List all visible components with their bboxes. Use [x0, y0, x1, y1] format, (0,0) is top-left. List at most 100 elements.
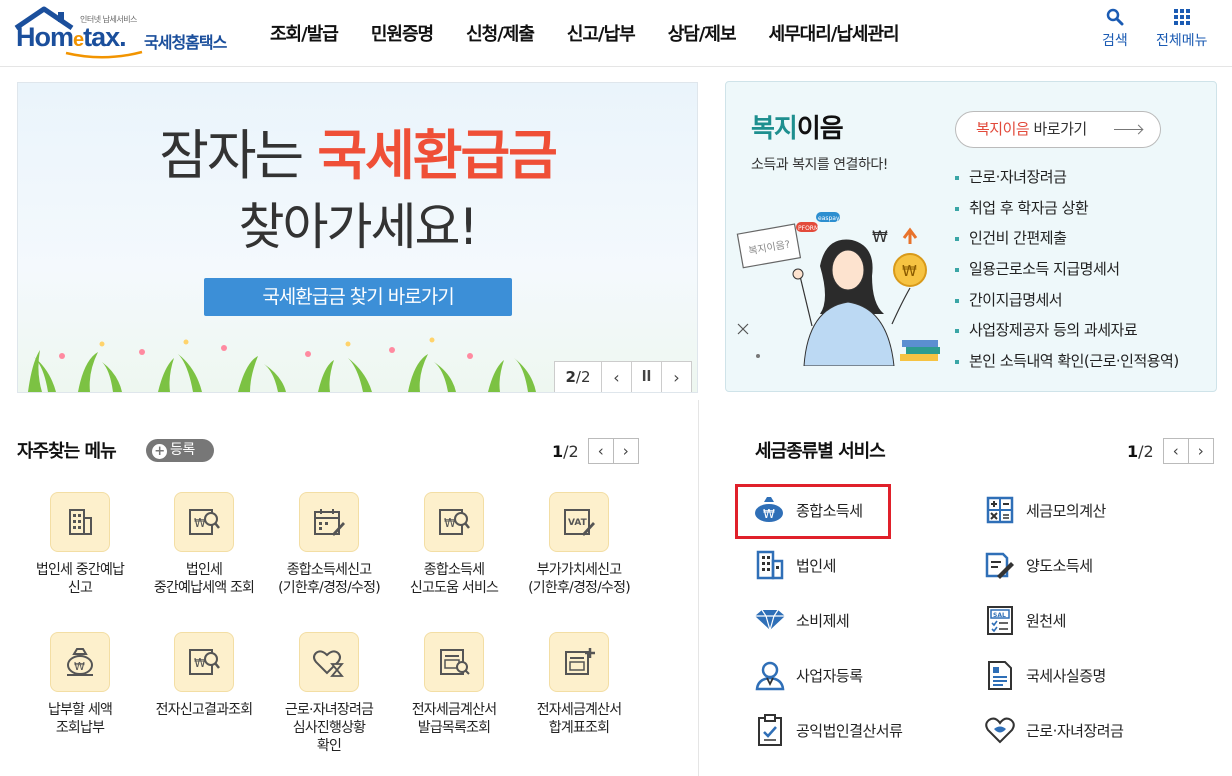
tax-service-pager: 1/2 ‹ › — [1127, 438, 1214, 464]
all-menu-button[interactable]: 전체메뉴 — [1156, 8, 1208, 50]
selection-highlight-box — [735, 484, 891, 539]
welfare-item-tax-data[interactable]: 사업장제공자 등의 과세자료 — [955, 315, 1179, 346]
fav-item-label: 전자세금계산서 합계표조회 — [536, 702, 622, 736]
won-search-icon: ₩ — [439, 509, 470, 535]
woman-illustration: 복지이음? easpay PFORM ₩ ₩ — [736, 212, 940, 366]
logo-korean-name: 국세청홈택스 — [144, 33, 227, 52]
banner-headline-plain: 잠자는 — [159, 124, 318, 187]
fav-item-corp-interim-filing[interactable]: 법인세 중간예납 신고 — [15, 492, 145, 597]
logo-tax: tax. — [83, 22, 127, 52]
fav-item-corp-interim-inquiry[interactable]: ₩ 법인세 중간예납세액 조회 — [139, 492, 269, 597]
chevron-left-icon: ‹ — [613, 367, 620, 387]
tax-item-consumption-tax[interactable]: 소비제세 — [752, 600, 850, 640]
hometax-logo[interactable]: 인터넷 납세서비스 Hometax. 국세청홈택스 — [14, 6, 244, 62]
fav-icon-box: ₩ — [174, 492, 234, 552]
tax-item-earned-child-credit[interactable]: 근로·자녀장려금 — [982, 710, 1124, 750]
fav-item-e-invoice-list[interactable]: 전자세금계산서 발급목록조회 — [389, 632, 519, 737]
clipboard-check-icon — [758, 714, 782, 746]
welfare-item-student-loan[interactable]: 취업 후 학자금 상환 — [955, 193, 1179, 224]
vat-edit-icon: VAT — [564, 509, 595, 536]
fav-item-label: 종합소득세신고 (기한후/경정/수정) — [278, 562, 381, 596]
banner-page-current: 2 — [565, 368, 576, 386]
header: 인터넷 납세서비스 Hometax. 국세청홈택스 조회/발급 민원증명 신청/… — [0, 0, 1232, 67]
fav-item-credit-review-status[interactable]: 근로·자녀장려금 심사진행상황 확인 — [264, 632, 394, 755]
fav-item-label: 법인세 중간예납세액 조회 — [153, 562, 255, 596]
favorites-page-total: /2 — [563, 441, 579, 461]
tax-item-label: 세금모의계산 — [1026, 501, 1106, 520]
tax-next-button[interactable]: › — [1187, 438, 1214, 464]
fav-item-tax-payment[interactable]: ₩ 납부할 세액 조회납부 — [15, 632, 145, 737]
welfare-title: 복지이음 — [751, 108, 844, 145]
banner-pause-button[interactable]: ll — [631, 362, 661, 392]
tax-item-public-corp-settlement[interactable]: 공익법인결산서류 — [752, 710, 903, 750]
favorites-register-label: 등록 — [170, 442, 195, 458]
invoice-plus-icon — [565, 648, 595, 675]
gnb-inquiry[interactable]: 조회/발급 — [270, 20, 339, 46]
welfare-item-daily-wage[interactable]: 일용근로소득 지급명세서 — [955, 254, 1179, 285]
fav-item-e-filing-result[interactable]: ₩ 전자신고결과조회 — [139, 632, 269, 719]
welfare-button-rest: 바로가기 — [1029, 120, 1087, 138]
fav-icon-box: ₩ — [424, 492, 484, 552]
tax-prev-button[interactable]: ‹ — [1162, 438, 1189, 464]
tax-icon-box — [752, 602, 788, 638]
welfare-item-earned-child-credit[interactable]: 근로·자녀장려금 — [955, 162, 1179, 193]
tax-item-mock-calculation[interactable]: 세금모의계산 — [982, 490, 1106, 530]
welfare-item-income-check[interactable]: 본인 소득내역 확인(근로·인적용역) — [955, 346, 1179, 377]
tax-item-label: 소비제세 — [796, 611, 850, 630]
pause-icon: ll — [641, 369, 652, 385]
welfare-button-highlight: 복지이음 — [976, 120, 1030, 138]
gnb-application[interactable]: 신청/제출 — [466, 20, 535, 46]
won-search-icon: ₩ — [189, 509, 220, 535]
building-icon — [69, 509, 92, 535]
fav-item-label: 전자세금계산서 발급목록조회 — [411, 702, 497, 736]
tax-item-label: 양도소득세 — [1026, 556, 1093, 575]
gnb-filing-payment[interactable]: 신고/납부 — [567, 20, 636, 46]
fav-item-income-tax-help[interactable]: ₩ 종합소득세 신고도움 서비스 — [389, 492, 519, 597]
search-button[interactable]: 검색 — [1102, 8, 1128, 50]
banner-next-button[interactable]: › — [661, 362, 691, 392]
banner-prev-button[interactable]: ‹ — [601, 362, 631, 392]
search-icon — [1106, 8, 1124, 26]
welfare-item-labor-cost[interactable]: 인건비 간편제출 — [955, 223, 1179, 254]
welfare-title-highlight: 복지 — [751, 114, 798, 144]
banner-page-indicator: 2/2 — [555, 368, 601, 386]
welfare-shortcut-button[interactable]: 복지이음 바로가기 — [955, 111, 1161, 148]
favorites-register-button[interactable]: + 등록 — [146, 439, 214, 462]
tax-item-business-registration[interactable]: 사업자등록 — [752, 655, 863, 695]
tax-icon-box — [752, 657, 788, 693]
tax-item-tax-certificate[interactable]: 국세사실증명 — [982, 655, 1106, 695]
person-icon — [755, 661, 785, 691]
main-banner[interactable]: 잠자는 국세환급금 찾아가세요! 국세환급금 찾기 바로가기 2/2 ‹ ll … — [17, 82, 698, 393]
gnb-consult-report[interactable]: 상담/제보 — [668, 20, 737, 46]
chevron-right-icon: › — [1197, 442, 1204, 460]
welfare-item-simple-payment[interactable]: 간이지급명세서 — [955, 285, 1179, 316]
tax-item-capital-gains-tax[interactable]: 양도소득세 — [982, 545, 1093, 585]
chevron-right-icon: › — [622, 442, 629, 460]
chevron-left-icon: ‹ — [597, 442, 604, 460]
tax-item-label: 국세사실증명 — [1026, 666, 1106, 685]
fav-icon-box: VAT — [549, 492, 609, 552]
tax-item-withholding-tax[interactable]: SAL 원천세 — [982, 600, 1066, 640]
fav-item-income-tax-late-filing[interactable]: 종합소득세신고 (기한후/경정/수정) — [264, 492, 394, 597]
gnb-civil-certificate[interactable]: 민원증명 — [371, 20, 434, 46]
sal-text: SAL — [993, 612, 1006, 619]
refund-search-button[interactable]: 국세환급금 찾기 바로가기 — [204, 278, 512, 316]
document-edit-icon — [985, 552, 1014, 579]
tax-item-corporate-tax[interactable]: 법인세 — [752, 545, 836, 585]
welfare-title-rest: 이음 — [796, 114, 844, 144]
tax-icon-box — [982, 657, 1018, 693]
fav-icon-box: ₩ — [50, 632, 110, 692]
fav-item-label: 전자신고결과조회 — [155, 702, 253, 718]
welfare-list: 근로·자녀장려금 취업 후 학자금 상환 인건비 간편제출 일용근로소득 지급명… — [955, 162, 1179, 377]
tax-icon-box — [982, 712, 1018, 748]
favorites-next-button[interactable]: › — [612, 438, 639, 464]
favorites-prev-button[interactable]: ‹ — [587, 438, 614, 464]
tax-icon-box: SAL — [982, 602, 1018, 638]
fav-item-e-invoice-summary[interactable]: 전자세금계산서 합계표조회 — [514, 632, 644, 737]
tax-icon-box — [982, 492, 1018, 528]
gnb-tax-agent[interactable]: 세무대리/납세관리 — [769, 20, 900, 46]
heart-hourglass-icon — [313, 650, 344, 677]
banner-pager: 2/2 ‹ ll › — [554, 361, 692, 392]
fav-item-vat-late-filing[interactable]: VAT 부가가치세신고 (기한후/경정/수정) — [514, 492, 644, 597]
won-search-icon: ₩ — [189, 649, 220, 675]
